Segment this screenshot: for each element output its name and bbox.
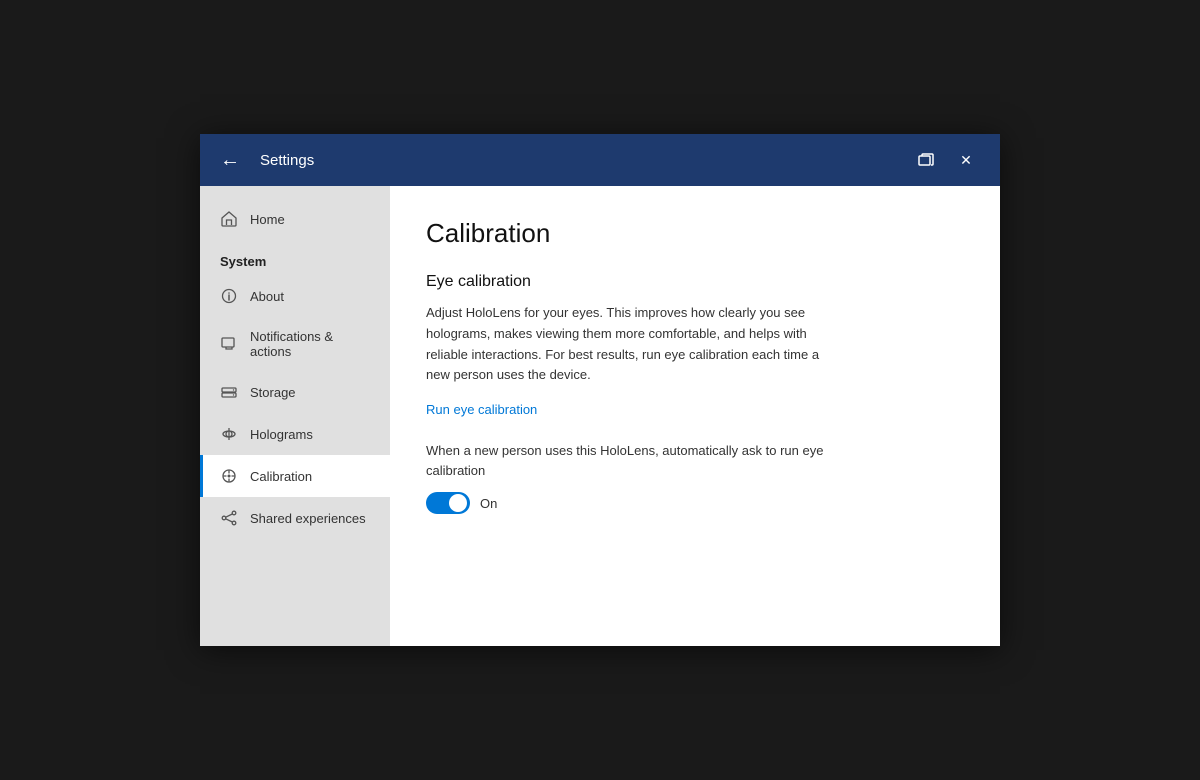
- window-title: Settings: [260, 152, 892, 169]
- main-content: Calibration Eye calibration Adjust HoloL…: [390, 186, 1000, 646]
- back-button[interactable]: ←: [216, 145, 244, 176]
- storage-icon: [220, 383, 238, 401]
- calibration-icon: [220, 467, 238, 485]
- sidebar-item-notifications[interactable]: Notifications & actions: [200, 317, 390, 371]
- toggle-container: On: [426, 492, 964, 514]
- sidebar-item-home[interactable]: Home: [200, 198, 390, 240]
- section-title: Eye calibration: [426, 273, 964, 291]
- auto-ask-section: When a new person uses this HoloLens, au…: [426, 441, 964, 514]
- sidebar-home-label: Home: [250, 212, 285, 227]
- notifications-icon: [220, 335, 238, 353]
- titlebar: ← Settings ✕: [200, 134, 1000, 186]
- sidebar-shared-label: Shared experiences: [250, 511, 366, 526]
- sidebar-storage-label: Storage: [250, 385, 296, 400]
- sidebar-notifications-label: Notifications & actions: [250, 329, 370, 359]
- sidebar-item-calibration[interactable]: Calibration: [200, 455, 390, 497]
- sidebar-section-system: System: [200, 240, 390, 275]
- run-calibration-link[interactable]: Run eye calibration: [426, 402, 964, 417]
- sidebar: Home System About: [200, 186, 390, 646]
- shared-icon: [220, 509, 238, 527]
- restore-button[interactable]: [908, 142, 944, 178]
- sidebar-holograms-label: Holograms: [250, 427, 313, 442]
- sidebar-item-about[interactable]: About: [200, 275, 390, 317]
- info-icon: [220, 287, 238, 305]
- description-text: Adjust HoloLens for your eyes. This impr…: [426, 303, 846, 386]
- page-title: Calibration: [426, 218, 964, 249]
- auto-calibration-toggle[interactable]: [426, 492, 470, 514]
- sidebar-item-storage[interactable]: Storage: [200, 371, 390, 413]
- toggle-status-label: On: [480, 496, 497, 511]
- settings-window: ← Settings ✕ Home: [200, 134, 1000, 646]
- window-body: Home System About: [200, 186, 1000, 646]
- sidebar-about-label: About: [250, 289, 284, 304]
- home-icon: [220, 210, 238, 228]
- close-button[interactable]: ✕: [948, 142, 984, 178]
- sidebar-item-holograms[interactable]: Holograms: [200, 413, 390, 455]
- window-controls: ✕: [908, 142, 984, 178]
- auto-ask-label: When a new person uses this HoloLens, au…: [426, 441, 846, 480]
- sidebar-item-shared[interactable]: Shared experiences: [200, 497, 390, 539]
- holograms-icon: [220, 425, 238, 443]
- sidebar-calibration-label: Calibration: [250, 469, 312, 484]
